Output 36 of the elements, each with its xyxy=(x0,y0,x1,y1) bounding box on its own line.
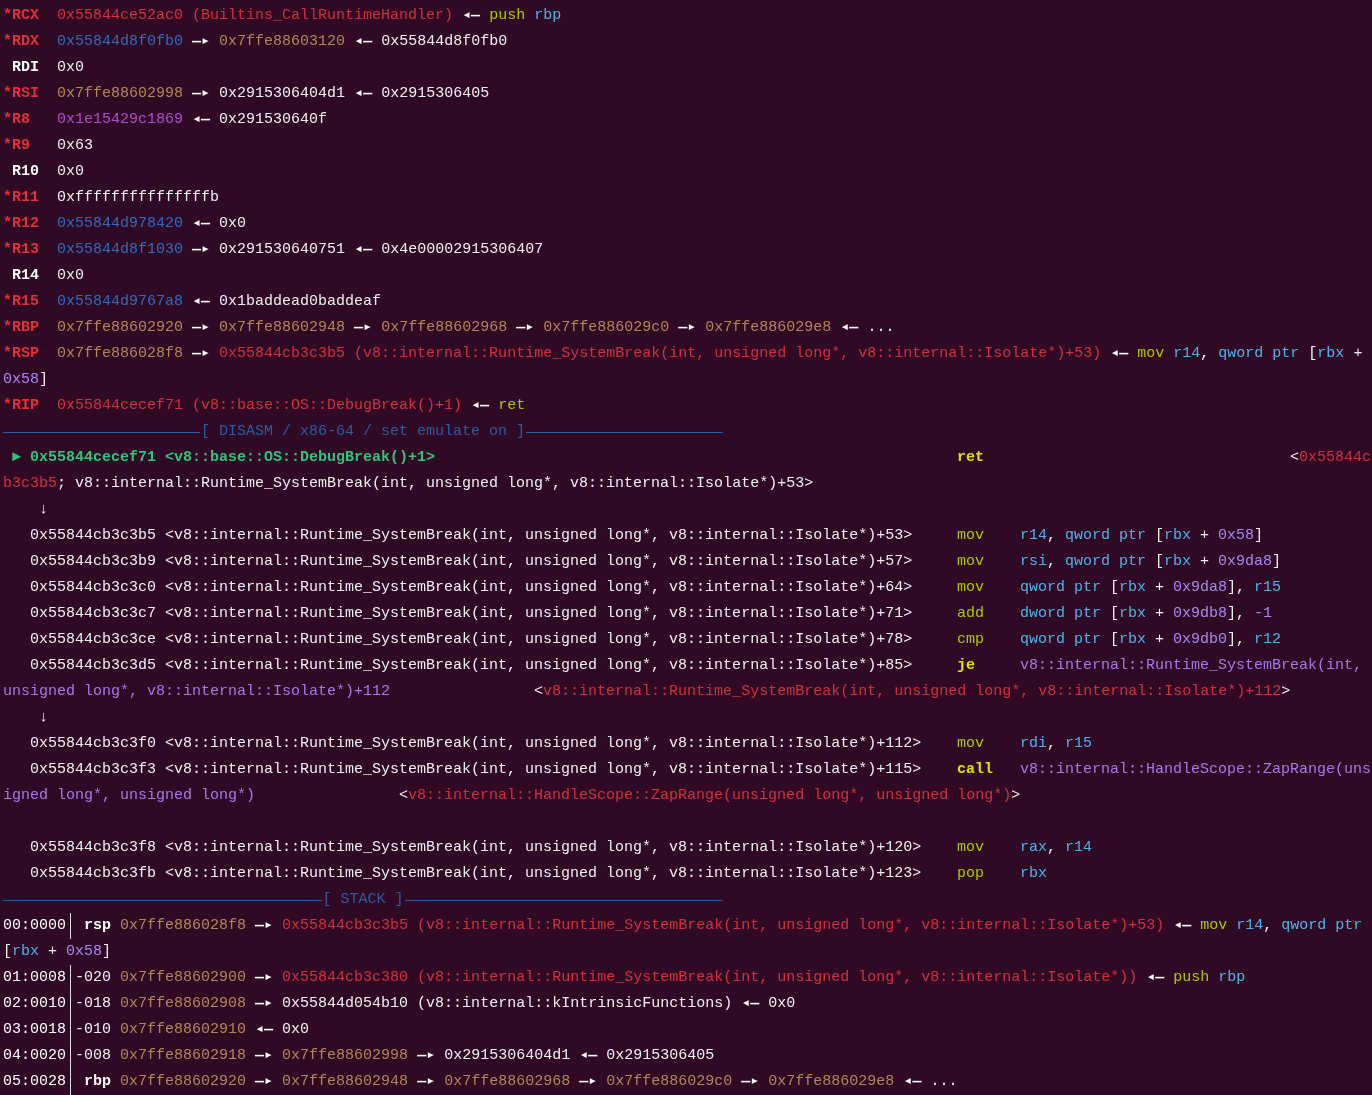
register-line: R10 0x0 xyxy=(11,162,85,182)
stack-line: 04:0020 -008 0x7ffe88602918 —▸ 0x7ffe88602998 —▸ 0x2915306404d1 ◂— 0x2915306405 xyxy=(3,1043,1372,1069)
register-line: *R15 0x55844d9767a8 ◂— 0x1baddead0baddeaf xyxy=(3,292,383,312)
section-header: [ STACK ] xyxy=(321,890,405,910)
stack-line: 05:0028 rbp 0x7ffe88602920 —▸ 0x7ffe88602948 —▸ 0x7ffe88602968 —▸ 0x7ffe886029c0 —▸ 0x7ffe886029e8 ◂— ... xyxy=(3,1069,1372,1095)
section-header: [ DISASM / x86-64 / set emulate on ] xyxy=(199,422,527,442)
register-line: *R11 0xfffffffffffffffb xyxy=(3,188,221,208)
instruction-line: 0x55844cb3c3f8 <v8::internal::Runtime_SystemBreak(int, unsigned long*, v8::internal::Isolate*)+120> mov rax, r14 xyxy=(29,838,1094,858)
instruction-line: 0x55844cb3c3f3 <v8::internal::Runtime_SystemBreak(int, unsigned long*, v8::internal::Isolate*)+115> call v8::internal::HandleScope::ZapRange(unsigned long*, unsigned long*) <v8::internal::HandleScope::ZapRange(unsigned long*, unsigned long*)> xyxy=(3,760,1372,806)
register-line: *R12 0x55844d978420 ◂— 0x0 xyxy=(3,214,248,234)
stack-line: 01:0008 -020 0x7ffe88602900 —▸ 0x55844cb3c380 (v8::internal::Runtime_SystemBreak(int, unsigned long*, v8::internal::Isolate*)) ◂— push rbp xyxy=(3,965,1372,991)
register-line: *R8 0x1e15429c1869 ◂— 0x291530640f xyxy=(3,110,329,130)
register-line: R14 0x0 xyxy=(11,266,85,286)
register-line: *R9 0x63 xyxy=(3,136,94,156)
register-line: *RDX 0x55844d8f0fb0 —▸ 0x7ffe88603120 ◂— 0x55844d8f0fb0 xyxy=(3,32,509,52)
jump-arrow: ↓ xyxy=(39,501,48,518)
instruction-line: 0x55844cb3c3fb <v8::internal::Runtime_SystemBreak(int, unsigned long*, v8::internal::Isolate*)+123> pop rbx xyxy=(29,864,1048,884)
register-line: RDI 0x0 xyxy=(11,58,85,78)
stack-line: 03:0018 -010 0x7ffe88602910 ◂— 0x0 xyxy=(3,1017,1372,1043)
instruction-line: 0x55844cb3c3b5 <v8::internal::Runtime_SystemBreak(int, unsigned long*, v8::internal::Isolate*)+53> mov r14, qword ptr [rbx + 0x58] xyxy=(29,526,1265,546)
instruction-line: 0x55844cb3c3d5 <v8::internal::Runtime_SystemBreak(int, unsigned long*, v8::internal::Isolate*)+85> je v8::internal::Runtime_SystemBreak(int, unsigned long*, v8::internal::Isolate*)+112 <v8::internal::Runtime_SystemBreak(int, unsigned long*, v8::internal::Isolate*)+112> xyxy=(3,656,1364,702)
instruction-line: 0x55844cb3c3c7 <v8::internal::Runtime_SystemBreak(int, unsigned long*, v8::internal::Isolate*)+71> add dword ptr [rbx + 0x9db8], -1 xyxy=(29,604,1274,624)
stack-line: 02:0010 -018 0x7ffe88602908 —▸ 0x55844d054b10 (v8::internal::kIntrinsicFunctions) ◂— 0x0 xyxy=(3,991,1372,1017)
register-line: *RCX 0x55844ce52ac0 (Builtins_CallRuntimeHandler) ◂— push rbp xyxy=(3,6,563,26)
stack-line: 00:0000 rsp 0x7ffe886028f8 —▸ 0x55844cb3c3b5 (v8::internal::Runtime_SystemBreak(int, unsigned long*, v8::internal::Isolate*)+53) ◂— mov r14, qword ptr [rbx + 0x58] xyxy=(3,913,1372,965)
jump-arrow: ↓ xyxy=(39,709,48,726)
register-line: *RIP 0x55844cecef71 (v8::base::OS::DebugBreak()+1) ◂— ret xyxy=(3,396,527,416)
instruction-line: 0x55844cb3c3c0 <v8::internal::Runtime_SystemBreak(int, unsigned long*, v8::internal::Isolate*)+64> mov qword ptr [rbx + 0x9da8], r15 xyxy=(29,578,1283,598)
register-line: *RSP 0x7ffe886028f8 —▸ 0x55844cb3c3b5 (v8::internal::Runtime_SystemBreak(int, unsigned long*, v8::internal::Isolate*)+53) ◂— mov r14, qword ptr [rbx + 0x58] xyxy=(3,344,1364,390)
instruction-line: 0x55844cb3c3f0 <v8::internal::Runtime_SystemBreak(int, unsigned long*, v8::internal::Isolate*)+112> mov rdi, r15 xyxy=(29,734,1094,754)
register-line: *R13 0x55844d8f1030 —▸ 0x291530640751 ◂— 0x4e00002915306407 xyxy=(3,240,545,260)
instruction-line: ► 0x55844cecef71 <v8::base::OS::DebugBreak()+1> ret <0x55844cb3c3b5; v8::internal::Runtime_SystemBreak(int, unsigned long*, v8::internal::Isolate*)+53> xyxy=(3,448,1372,494)
register-line: *RSI 0x7ffe88602998 —▸ 0x2915306404d1 ◂— 0x2915306405 xyxy=(3,84,491,104)
instruction-line: 0x55844cb3c3ce <v8::internal::Runtime_SystemBreak(int, unsigned long*, v8::internal::Isolate*)+78> cmp qword ptr [rbx + 0x9db0], r12 xyxy=(29,630,1283,650)
register-line: *RBP 0x7ffe88602920 —▸ 0x7ffe88602948 —▸ 0x7ffe88602968 —▸ 0x7ffe886029c0 —▸ 0x7ffe886029e8 ◂— ... xyxy=(3,318,896,338)
instruction-line: 0x55844cb3c3b9 <v8::internal::Runtime_SystemBreak(int, unsigned long*, v8::internal::Isolate*)+57> mov rsi, qword ptr [rbx + 0x9da8] xyxy=(29,552,1283,572)
